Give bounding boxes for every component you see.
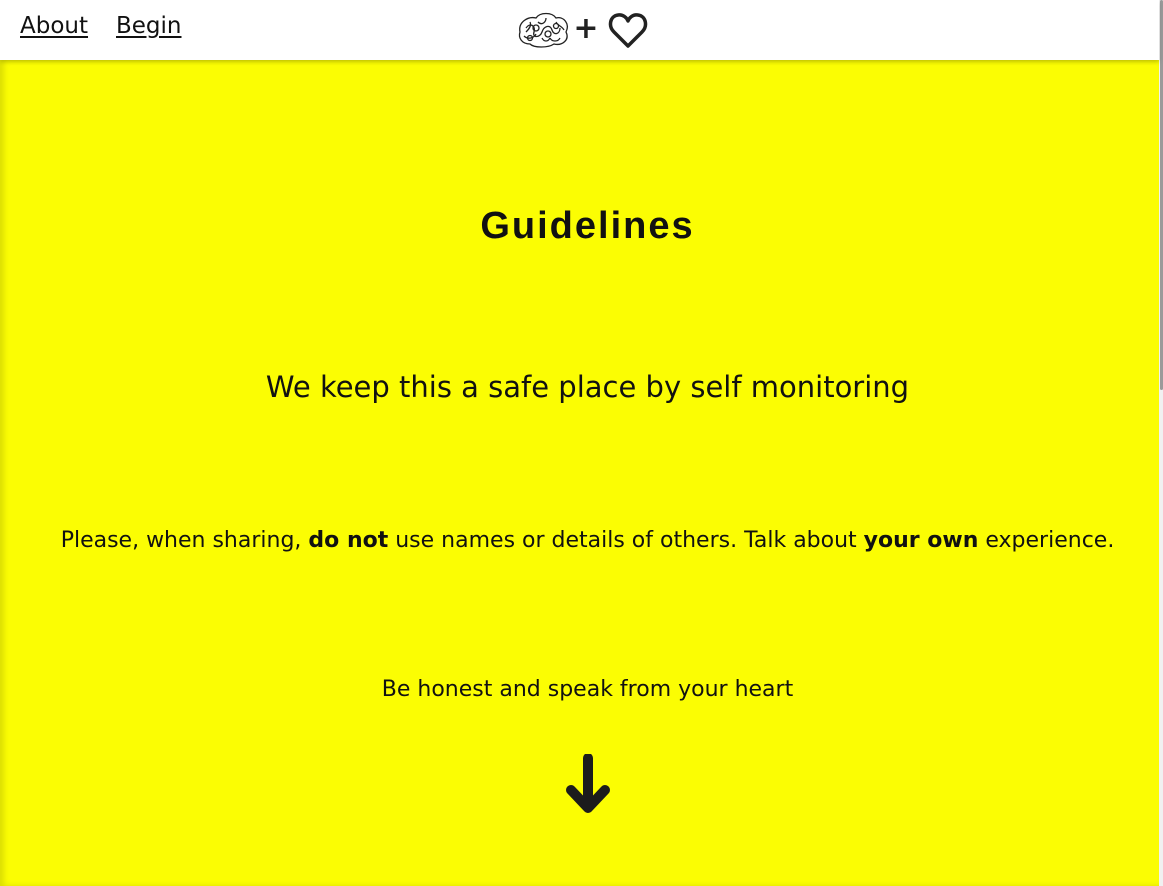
guideline-privacy-part1: Please, when sharing, — [60, 528, 309, 553]
begin-link[interactable]: Begin — [116, 13, 182, 39]
guideline-privacy-part3: experience. — [978, 528, 1115, 553]
guideline-privacy-part2: use names or details of others. Talk abo… — [388, 528, 864, 553]
plus-symbol: + — [573, 11, 598, 46]
page-title: Guidelines — [480, 205, 695, 247]
arrow-down-icon[interactable] — [563, 753, 613, 816]
heart-outline-icon — [608, 13, 648, 48]
top-navbar: About Begin + — [0, 0, 1159, 60]
guideline-privacy-bold1: do not — [308, 528, 389, 553]
about-link[interactable]: About — [20, 13, 88, 39]
guideline-safe-place: We keep this a safe place by self monito… — [265, 370, 910, 404]
guideline-privacy: Please, when sharing, do not use names o… — [0, 528, 1163, 553]
guideline-honesty: Be honest and speak from your heart — [381, 677, 794, 702]
guideline-privacy-bold2: your own — [863, 528, 979, 553]
logo[interactable]: + — [516, 8, 656, 52]
brain-icon — [518, 12, 568, 48]
